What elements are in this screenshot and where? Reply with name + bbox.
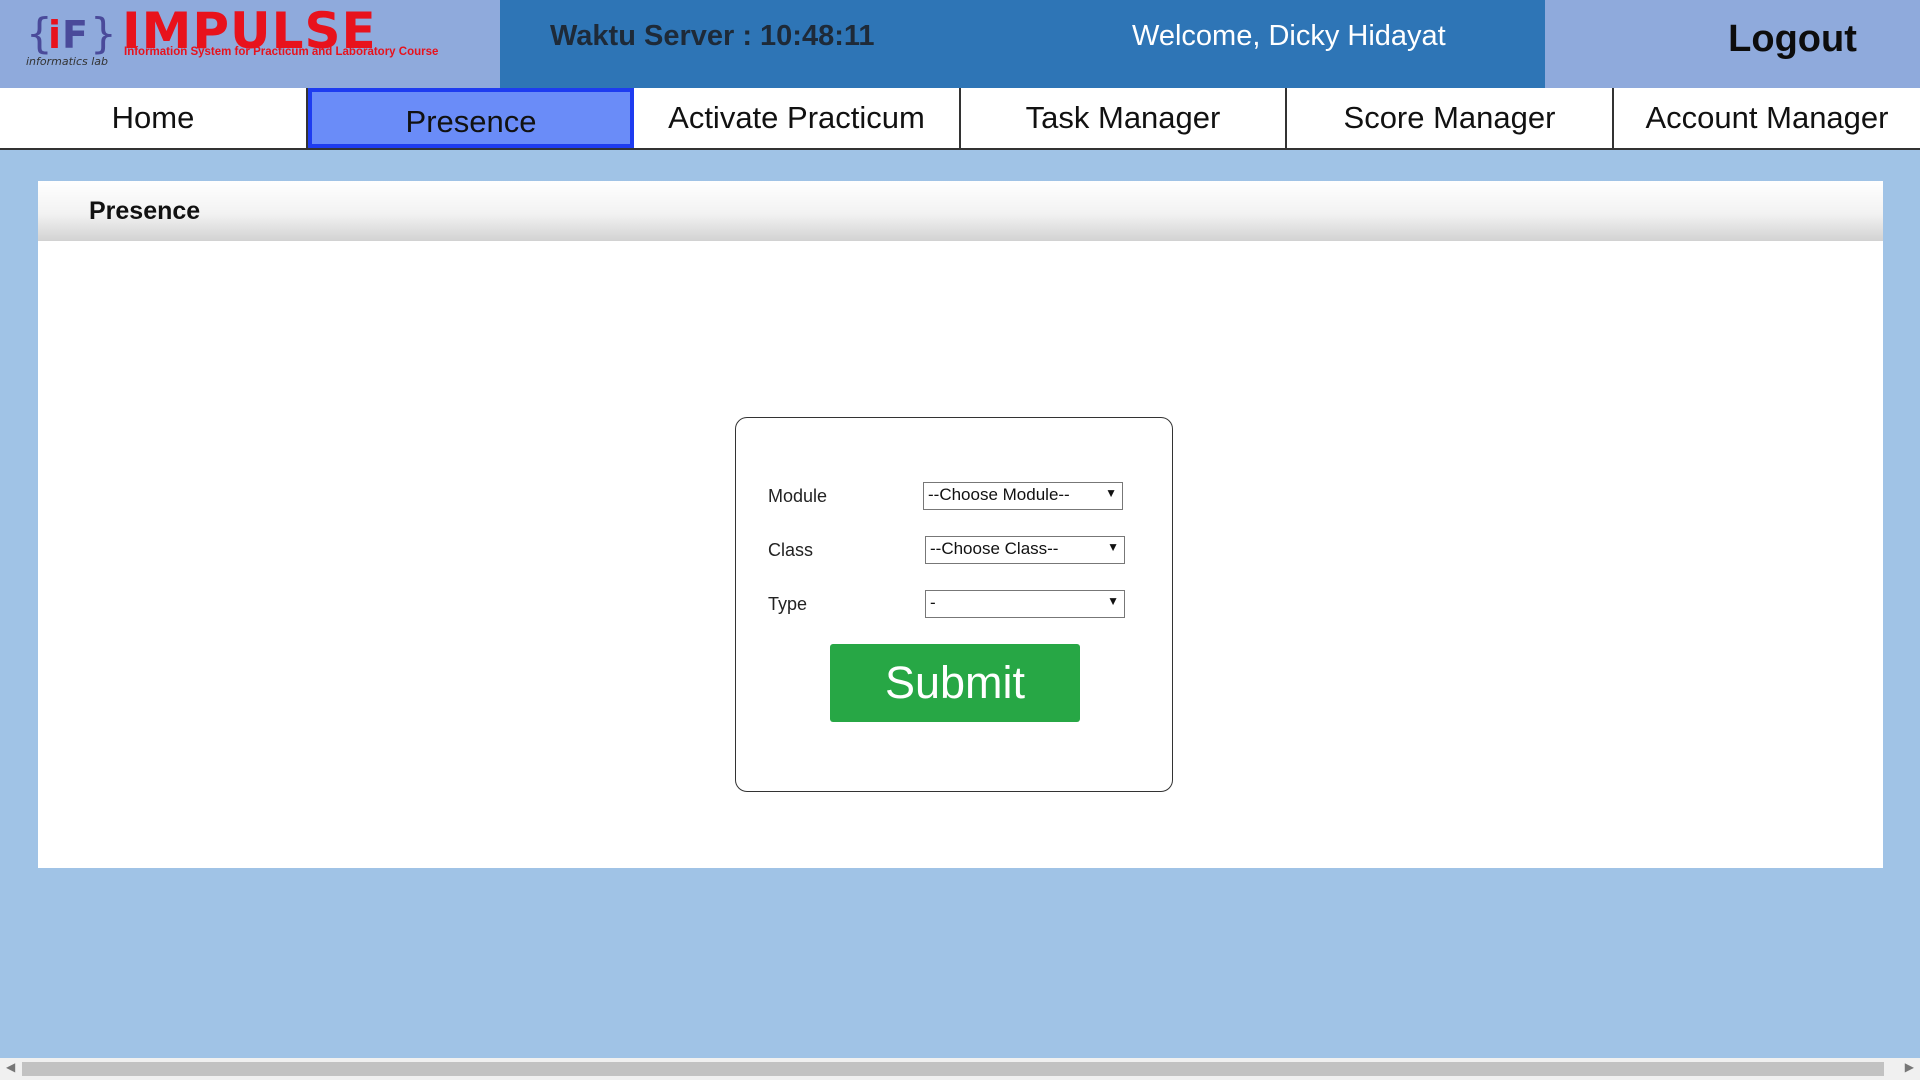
dropdown-arrow-icon: ▼ <box>1107 594 1119 608</box>
welcome-text: Welcome, Dicky Hidayat <box>1132 20 1446 52</box>
type-select[interactable]: - ▼ <box>925 590 1125 618</box>
scrollbar-thumb[interactable] <box>22 1062 1884 1076</box>
svg-text:F: F <box>62 13 88 57</box>
module-select[interactable]: --Choose Module-- ▼ <box>923 482 1123 510</box>
nav-item-score-manager[interactable]: Score Manager <box>1287 88 1614 148</box>
svg-text:i: i <box>48 13 61 57</box>
logo-area: { i F } informatics lab IMPULSE Informat… <box>0 0 500 88</box>
scroll-right-icon[interactable]: ▶ <box>1905 1060 1914 1074</box>
logo-lab-text: informatics lab <box>26 55 109 68</box>
nav-item-presence[interactable]: Presence <box>308 88 634 148</box>
nav-item-account-manager[interactable]: Account Manager <box>1614 88 1920 148</box>
class-select-value: --Choose Class-- <box>930 539 1059 558</box>
scroll-left-icon[interactable]: ◀ <box>6 1060 15 1074</box>
type-label: Type <box>768 594 808 614</box>
dropdown-arrow-icon: ▼ <box>1105 486 1117 500</box>
module-select-value: --Choose Module-- <box>928 485 1070 504</box>
type-select-value: - <box>930 593 936 612</box>
svg-text:}: } <box>90 9 117 58</box>
submit-button[interactable]: Submit <box>830 644 1080 722</box>
presence-form: Module --Choose Module-- ▼ Class --Choos… <box>735 417 1173 792</box>
panel-title: Presence <box>89 197 201 225</box>
logo-tagline: Information System for Practicum and Lab… <box>124 46 439 58</box>
nav-item-task-manager[interactable]: Task Manager <box>961 88 1287 148</box>
class-select[interactable]: --Choose Class-- ▼ <box>925 536 1125 564</box>
class-label: Class <box>768 540 814 560</box>
dropdown-arrow-icon: ▼ <box>1107 540 1119 554</box>
module-label: Module <box>768 486 828 506</box>
server-time: Waktu Server : 10:48:11 <box>550 20 875 52</box>
horizontal-scrollbar[interactable]: ◀ ▶ <box>0 1058 1920 1080</box>
logout-button[interactable]: Logout <box>1545 0 1920 88</box>
nav-item-home[interactable]: Home <box>0 88 308 148</box>
main-nav: Home Presence Activate Practicum Task Ma… <box>0 88 1920 150</box>
top-header: { i F } informatics lab IMPULSE Informat… <box>0 0 1920 88</box>
panel-header: Presence <box>38 181 1883 241</box>
nav-item-activate-practicum[interactable]: Activate Practicum <box>634 88 961 148</box>
logout-label: Logout <box>1728 18 1857 60</box>
